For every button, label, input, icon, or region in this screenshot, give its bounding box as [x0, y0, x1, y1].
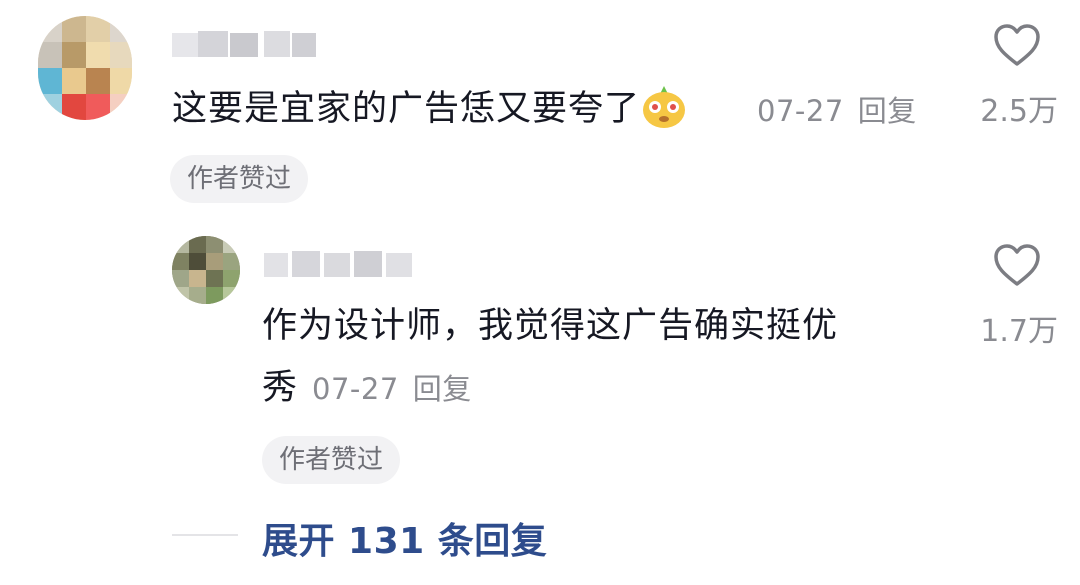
cute-face-emoji-icon — [640, 84, 688, 141]
reply-text-line-2-row: 秀 07-27 回复 — [262, 366, 472, 410]
heart-icon — [994, 244, 1040, 286]
reply-button[interactable]: 回复 — [858, 94, 917, 128]
like-count: 2.5万 — [980, 94, 1058, 129]
reply-like-count: 1.7万 — [980, 314, 1058, 349]
author-liked-badge: 作者赞过 — [170, 155, 309, 203]
heart-icon — [994, 24, 1040, 66]
like-button[interactable] — [992, 22, 1042, 68]
reply-author-liked-badge: 作者赞过 — [262, 436, 401, 484]
reply-date: 07-27 — [312, 372, 399, 406]
expand-divider — [172, 534, 238, 536]
comment-text: 这要是宜家的广告恁又要夸了 — [172, 84, 688, 141]
reply-meta: 07-27 回复 — [312, 366, 472, 408]
comment-meta: 07-27 回复 — [757, 88, 917, 130]
avatar[interactable] — [38, 16, 132, 120]
reply-like-button[interactable] — [992, 242, 1042, 288]
reply-text-line-2: 秀 — [262, 368, 299, 408]
reply-avatar[interactable] — [172, 236, 240, 304]
username[interactable] — [172, 24, 332, 64]
comment-date: 07-27 — [757, 94, 844, 128]
reply-reply-button[interactable]: 回复 — [413, 372, 472, 406]
expand-replies-button[interactable]: 展开 131 条回复 — [262, 512, 547, 564]
reply-text-line-1: 作为设计师，我觉得这广告确实挺优 — [262, 306, 839, 346]
reply-username[interactable] — [264, 244, 424, 284]
